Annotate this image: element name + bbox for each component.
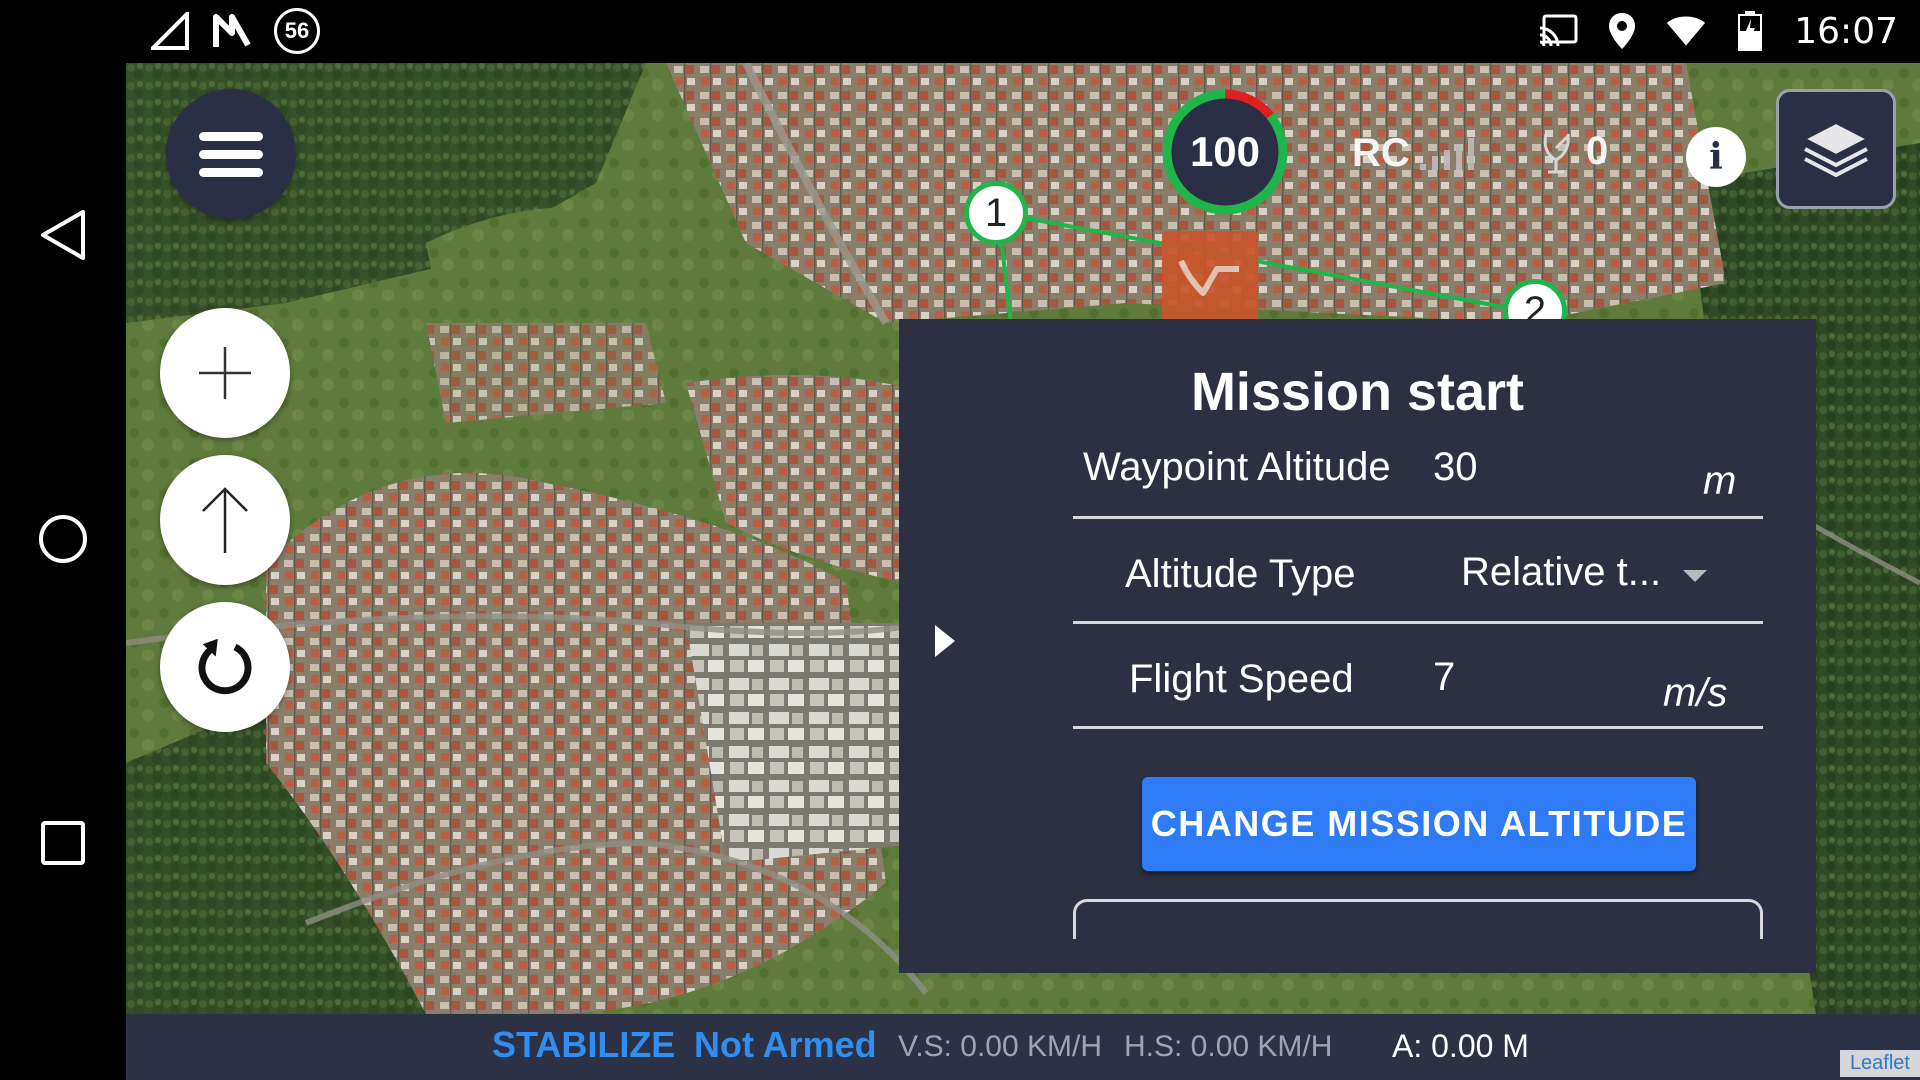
drone-logo-icon	[1178, 259, 1239, 296]
flight-speed-unit: m/s	[1663, 671, 1728, 715]
plus-icon	[199, 347, 251, 399]
vertical-speed: V.S: 0.00 KM/H	[898, 1030, 1102, 1063]
layers-icon	[1802, 121, 1870, 178]
map-attribution-link[interactable]: Leaflet	[1839, 1050, 1920, 1077]
flight-speed-row: Flight Speed 7 m/s	[1073, 625, 1763, 729]
clock: 16:07	[1794, 10, 1898, 52]
home-icon	[39, 515, 87, 563]
layers-button[interactable]	[1776, 89, 1896, 209]
altitude-type-select[interactable]: Relative t...	[1461, 550, 1661, 595]
navigation-bar	[0, 63, 126, 1080]
battery-gauge: 100	[1160, 87, 1290, 217]
arrow-up-icon	[202, 487, 248, 553]
cast-icon	[1538, 11, 1578, 51]
dropdown-caret-icon[interactable]	[1683, 570, 1707, 582]
waypoint-altitude-label: Waypoint Altitude	[1083, 445, 1391, 489]
rc-signal-indicator: RC	[1352, 131, 1488, 176]
menu-button[interactable]	[166, 89, 296, 219]
waypoint-number: 1	[984, 190, 1008, 235]
change-mission-altitude-button[interactable]: CHANGE MISSION ALTITUDE	[1142, 777, 1696, 871]
panel-title: Mission start	[1190, 362, 1525, 422]
horizontal-speed: H.S: 0.00 KM/H	[1124, 1030, 1333, 1063]
add-waypoint-button[interactable]	[160, 308, 290, 438]
nfc-icon	[212, 11, 252, 51]
recents-button[interactable]	[33, 813, 93, 873]
signal-icon	[150, 11, 190, 51]
mission-start-panel: Mission start Waypoint Altitude 30 m Alt…	[899, 319, 1816, 973]
back-icon	[41, 210, 85, 260]
home-marker[interactable]	[1162, 231, 1258, 327]
armed-status: Not Armed	[694, 1024, 877, 1065]
notification-count-icon: 56	[274, 8, 320, 54]
rc-label: RC	[1352, 131, 1410, 175]
info-button[interactable]: i	[1686, 127, 1746, 187]
waypoint-altitude-row: Waypoint Altitude 30 m	[1073, 415, 1763, 519]
refresh-icon	[198, 639, 252, 695]
waypoint-altitude-input[interactable]: 30	[1433, 445, 1478, 490]
altitude-readout: A: 0.00 M	[1392, 1028, 1529, 1064]
battery-percent: 100	[1189, 128, 1261, 175]
satellite-dish-icon	[1543, 133, 1570, 173]
altitude-type-label: Altitude Type	[1125, 552, 1356, 596]
home-button[interactable]	[33, 509, 93, 569]
back-button[interactable]	[33, 205, 93, 265]
notification-count: 56	[284, 18, 310, 43]
battery-icon	[1730, 11, 1770, 51]
satellite-indicator: 0	[1540, 129, 1608, 174]
waypoint-altitude-unit: m	[1703, 459, 1737, 503]
caret-right-icon	[935, 625, 955, 657]
waypoint-marker[interactable]: 1	[964, 181, 1028, 245]
telemetry-bar: STABILIZE Not Armed V.S: 0.00 KM/H H.S: …	[126, 1014, 1920, 1080]
flight-mode[interactable]: STABILIZE	[492, 1024, 675, 1066]
location-icon	[1602, 11, 1642, 51]
satellite-count: 0	[1586, 129, 1609, 173]
hamburger-icon	[199, 132, 263, 177]
flight-speed-label: Flight Speed	[1129, 657, 1354, 701]
status-bar: 56 16:07	[0, 0, 1920, 63]
recents-icon	[41, 821, 85, 865]
info-icon: i	[1709, 136, 1723, 178]
flight-speed-input[interactable]: 7	[1433, 655, 1455, 700]
altitude-type-row: Altitude Type Relative t...	[1073, 520, 1763, 624]
refresh-button[interactable]	[160, 602, 290, 732]
collapse-panel-button[interactable]	[925, 621, 965, 661]
next-field-outline	[1073, 899, 1763, 939]
upload-mission-button[interactable]	[160, 455, 290, 585]
wifi-icon	[1666, 11, 1706, 51]
signal-bars-icon	[1419, 137, 1474, 170]
